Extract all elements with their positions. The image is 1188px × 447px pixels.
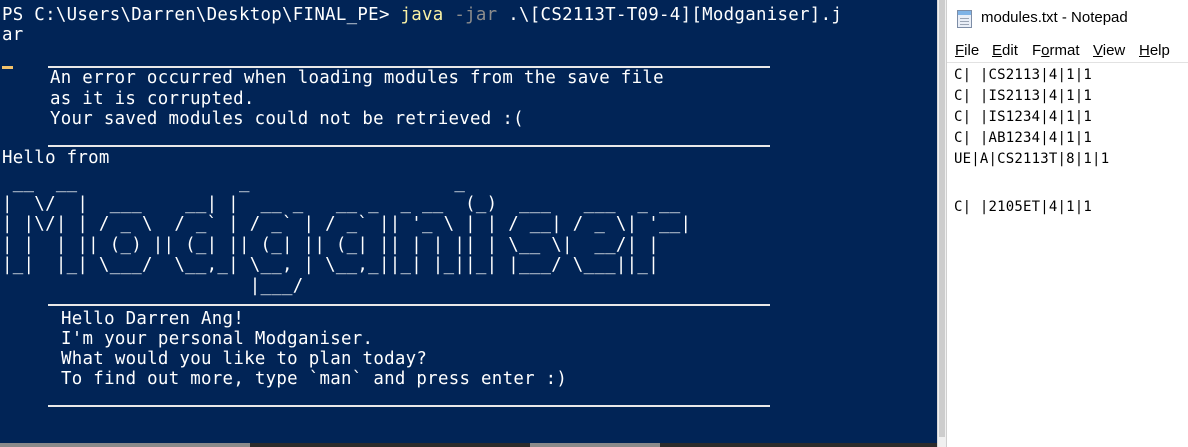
error-line-3: Your saved modules could not be retrieve… <box>50 109 524 129</box>
notepad-window[interactable]: modules.txt - Notepad File Edit Format V… <box>946 0 1188 447</box>
powershell-terminal[interactable]: PS C:\Users\Darren\Desktop\FINAL_PE> jav… <box>0 0 937 447</box>
command-option: -jar <box>454 5 498 25</box>
prompt-path: PS C:\Users\Darren\Desktop\FINAL_PE> <box>2 5 401 25</box>
file-line-2: C| |IS2113|4|1|1 <box>954 88 1093 104</box>
file-line-4: C| |AB1234|4|1|1 <box>954 130 1093 146</box>
command-java: java <box>400 5 444 25</box>
menu-edit[interactable]: Edit <box>992 42 1018 59</box>
file-line-1: C| |CS2113|4|1|1 <box>954 67 1093 83</box>
taskbar-segment <box>530 443 660 447</box>
command-jar-path: .\[CS2113T-T09-4][Modganiser].j <box>508 5 843 25</box>
welcome-line-3: What would you like to plan today? <box>61 349 428 369</box>
taskbar-strip <box>0 443 937 447</box>
menu-file[interactable]: File <box>955 42 979 59</box>
notepad-titlebar[interactable]: modules.txt - Notepad <box>947 0 1188 38</box>
divider-welcome-bottom <box>48 405 770 407</box>
welcome-line-1: Hello Darren Ang! <box>61 309 245 329</box>
menu-help[interactable]: Help <box>1139 42 1170 59</box>
modganiser-ascii-logo: __ __ _ _ | \/ | ___ __| | __ _ __ _ _ _… <box>2 173 692 296</box>
command-line: PS C:\Users\Darren\Desktop\FINAL_PE> jav… <box>2 5 842 25</box>
error-line-1: An error occurred when loading modules f… <box>50 68 664 88</box>
file-line-5: UE|A|CS2113T|8|1|1 <box>954 151 1110 167</box>
error-line-2: as it is corrupted. <box>50 89 255 109</box>
divider-error-bottom <box>48 145 770 147</box>
divider-welcome-top <box>48 304 770 306</box>
welcome-line-2: I'm your personal Modganiser. <box>61 329 374 349</box>
file-line-3: C| |IS1234|4|1|1 <box>954 109 1093 125</box>
scrollbar-thumb[interactable] <box>939 0 945 437</box>
menu-format[interactable]: Format <box>1032 42 1080 59</box>
terminal-scrollbar[interactable] <box>937 0 946 447</box>
notepad-icon <box>957 10 972 28</box>
command-line-wrap: ar <box>2 25 24 45</box>
notepad-text-area[interactable]: C| |CS2113|4|1|1 C| |IS2113|4|1|1 C| |IS… <box>947 62 1188 447</box>
terminal-cursor <box>2 66 13 69</box>
welcome-line-4: To find out more, type `man` and press e… <box>61 369 568 389</box>
hello-from-text: Hello from <box>2 148 110 168</box>
file-line-7: C| |2105ET|4|1|1 <box>954 199 1093 215</box>
menu-view[interactable]: View <box>1093 42 1125 59</box>
taskbar-segment <box>0 443 250 447</box>
notepad-menubar: File Edit Format View Help <box>947 40 1188 62</box>
notepad-title: modules.txt - Notepad <box>981 9 1128 26</box>
